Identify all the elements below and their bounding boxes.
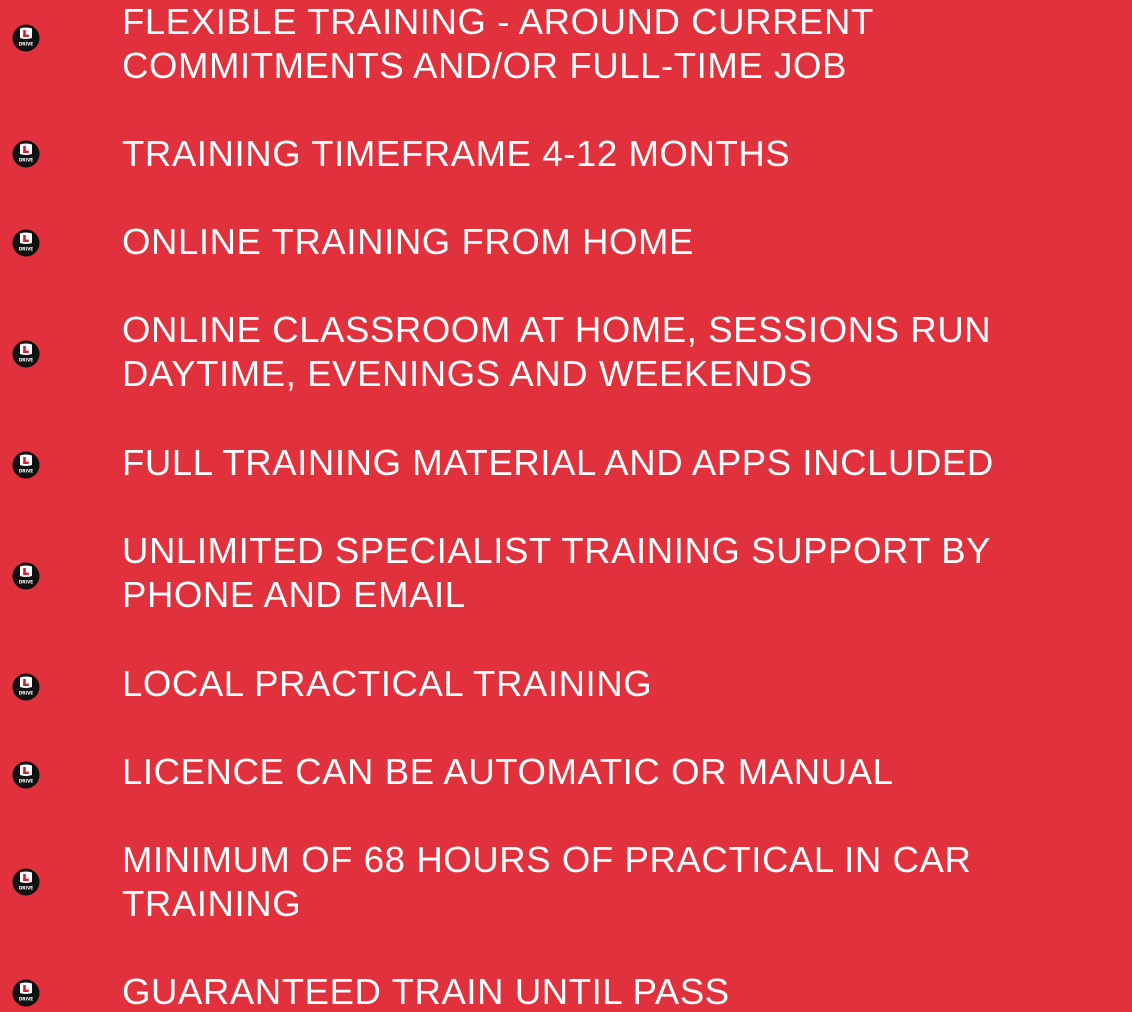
l-drive-logo-icon: DRIVE [12, 979, 40, 1007]
feature-line: MINIMUM OF 68 HOURS OF PRACTICAL IN CAR [122, 839, 972, 880]
feature-line: COMMITMENTS AND/OR FULL-TIME JOB [122, 45, 847, 86]
feature-text: FULL TRAINING MATERIAL AND APPS INCLUDED [122, 441, 1132, 485]
features-panel: DRIVE FLEXIBLE TRAINING - AROUND CURRENT… [0, 0, 1132, 1012]
feature-line: TRAINING TIMEFRAME 4-12 MONTHS [122, 133, 791, 174]
feature-line: PHONE AND EMAIL [122, 574, 466, 615]
feature-line: FLEXIBLE TRAINING - AROUND CURRENT [122, 1, 874, 42]
feature-line: ONLINE CLASSROOM AT HOME, SESSIONS RUN [122, 309, 992, 350]
feature-line: LICENCE CAN BE AUTOMATIC OR MANUAL [122, 751, 894, 792]
l-drive-logo-icon: DRIVE [12, 140, 40, 168]
badge-subtext: DRIVE [19, 886, 33, 891]
feature-text: UNLIMITED SPECIALIST TRAINING SUPPORT BY… [122, 529, 1132, 617]
feature-line: LOCAL PRACTICAL TRAINING [122, 663, 653, 704]
l-drive-logo-icon: DRIVE [12, 451, 40, 479]
badge-subtext: DRIVE [19, 469, 33, 474]
l-drive-logo-icon: DRIVE [12, 229, 40, 257]
feature-text: TRAINING TIMEFRAME 4-12 MONTHS [122, 132, 1132, 176]
badge-subtext: DRIVE [19, 358, 33, 363]
feature-text: LICENCE CAN BE AUTOMATIC OR MANUAL [122, 750, 1132, 794]
badge-subtext: DRIVE [19, 779, 33, 784]
feature-text: LOCAL PRACTICAL TRAINING [122, 662, 1132, 706]
feature-line: ONLINE TRAINING FROM HOME [122, 221, 694, 262]
feature-line: DAYTIME, EVENINGS AND WEEKENDS [122, 353, 813, 394]
feature-text: ONLINE TRAINING FROM HOME [122, 220, 1132, 264]
feature-line: FULL TRAINING MATERIAL AND APPS INCLUDED [122, 442, 994, 483]
l-drive-logo-icon: DRIVE [12, 562, 40, 590]
feature-text: MINIMUM OF 68 HOURS OF PRACTICAL IN CAR … [122, 838, 1132, 926]
badge-subtext: DRIVE [19, 42, 33, 47]
l-drive-logo-icon: DRIVE [12, 761, 40, 789]
feature-text: FLEXIBLE TRAINING - AROUND CURRENT COMMI… [122, 0, 1132, 88]
l-drive-logo-icon: DRIVE [12, 673, 40, 701]
feature-line: UNLIMITED SPECIALIST TRAINING SUPPORT BY [122, 530, 992, 571]
feature-text: ONLINE CLASSROOM AT HOME, SESSIONS RUN D… [122, 308, 1132, 396]
l-drive-logo-icon: DRIVE [12, 340, 40, 368]
badge-subtext: DRIVE [19, 247, 33, 252]
badge-subtext: DRIVE [19, 158, 33, 163]
l-drive-logo-icon: DRIVE [12, 24, 40, 52]
badge-subtext: DRIVE [19, 691, 33, 696]
feature-line: TRAINING [122, 883, 302, 924]
l-drive-logo-icon: DRIVE [12, 868, 40, 896]
feature-line: GUARANTEED TRAIN UNTIL PASS [122, 971, 730, 1012]
badge-subtext: DRIVE [19, 997, 33, 1002]
feature-text: GUARANTEED TRAIN UNTIL PASS [122, 970, 1132, 1012]
badge-subtext: DRIVE [19, 580, 33, 585]
